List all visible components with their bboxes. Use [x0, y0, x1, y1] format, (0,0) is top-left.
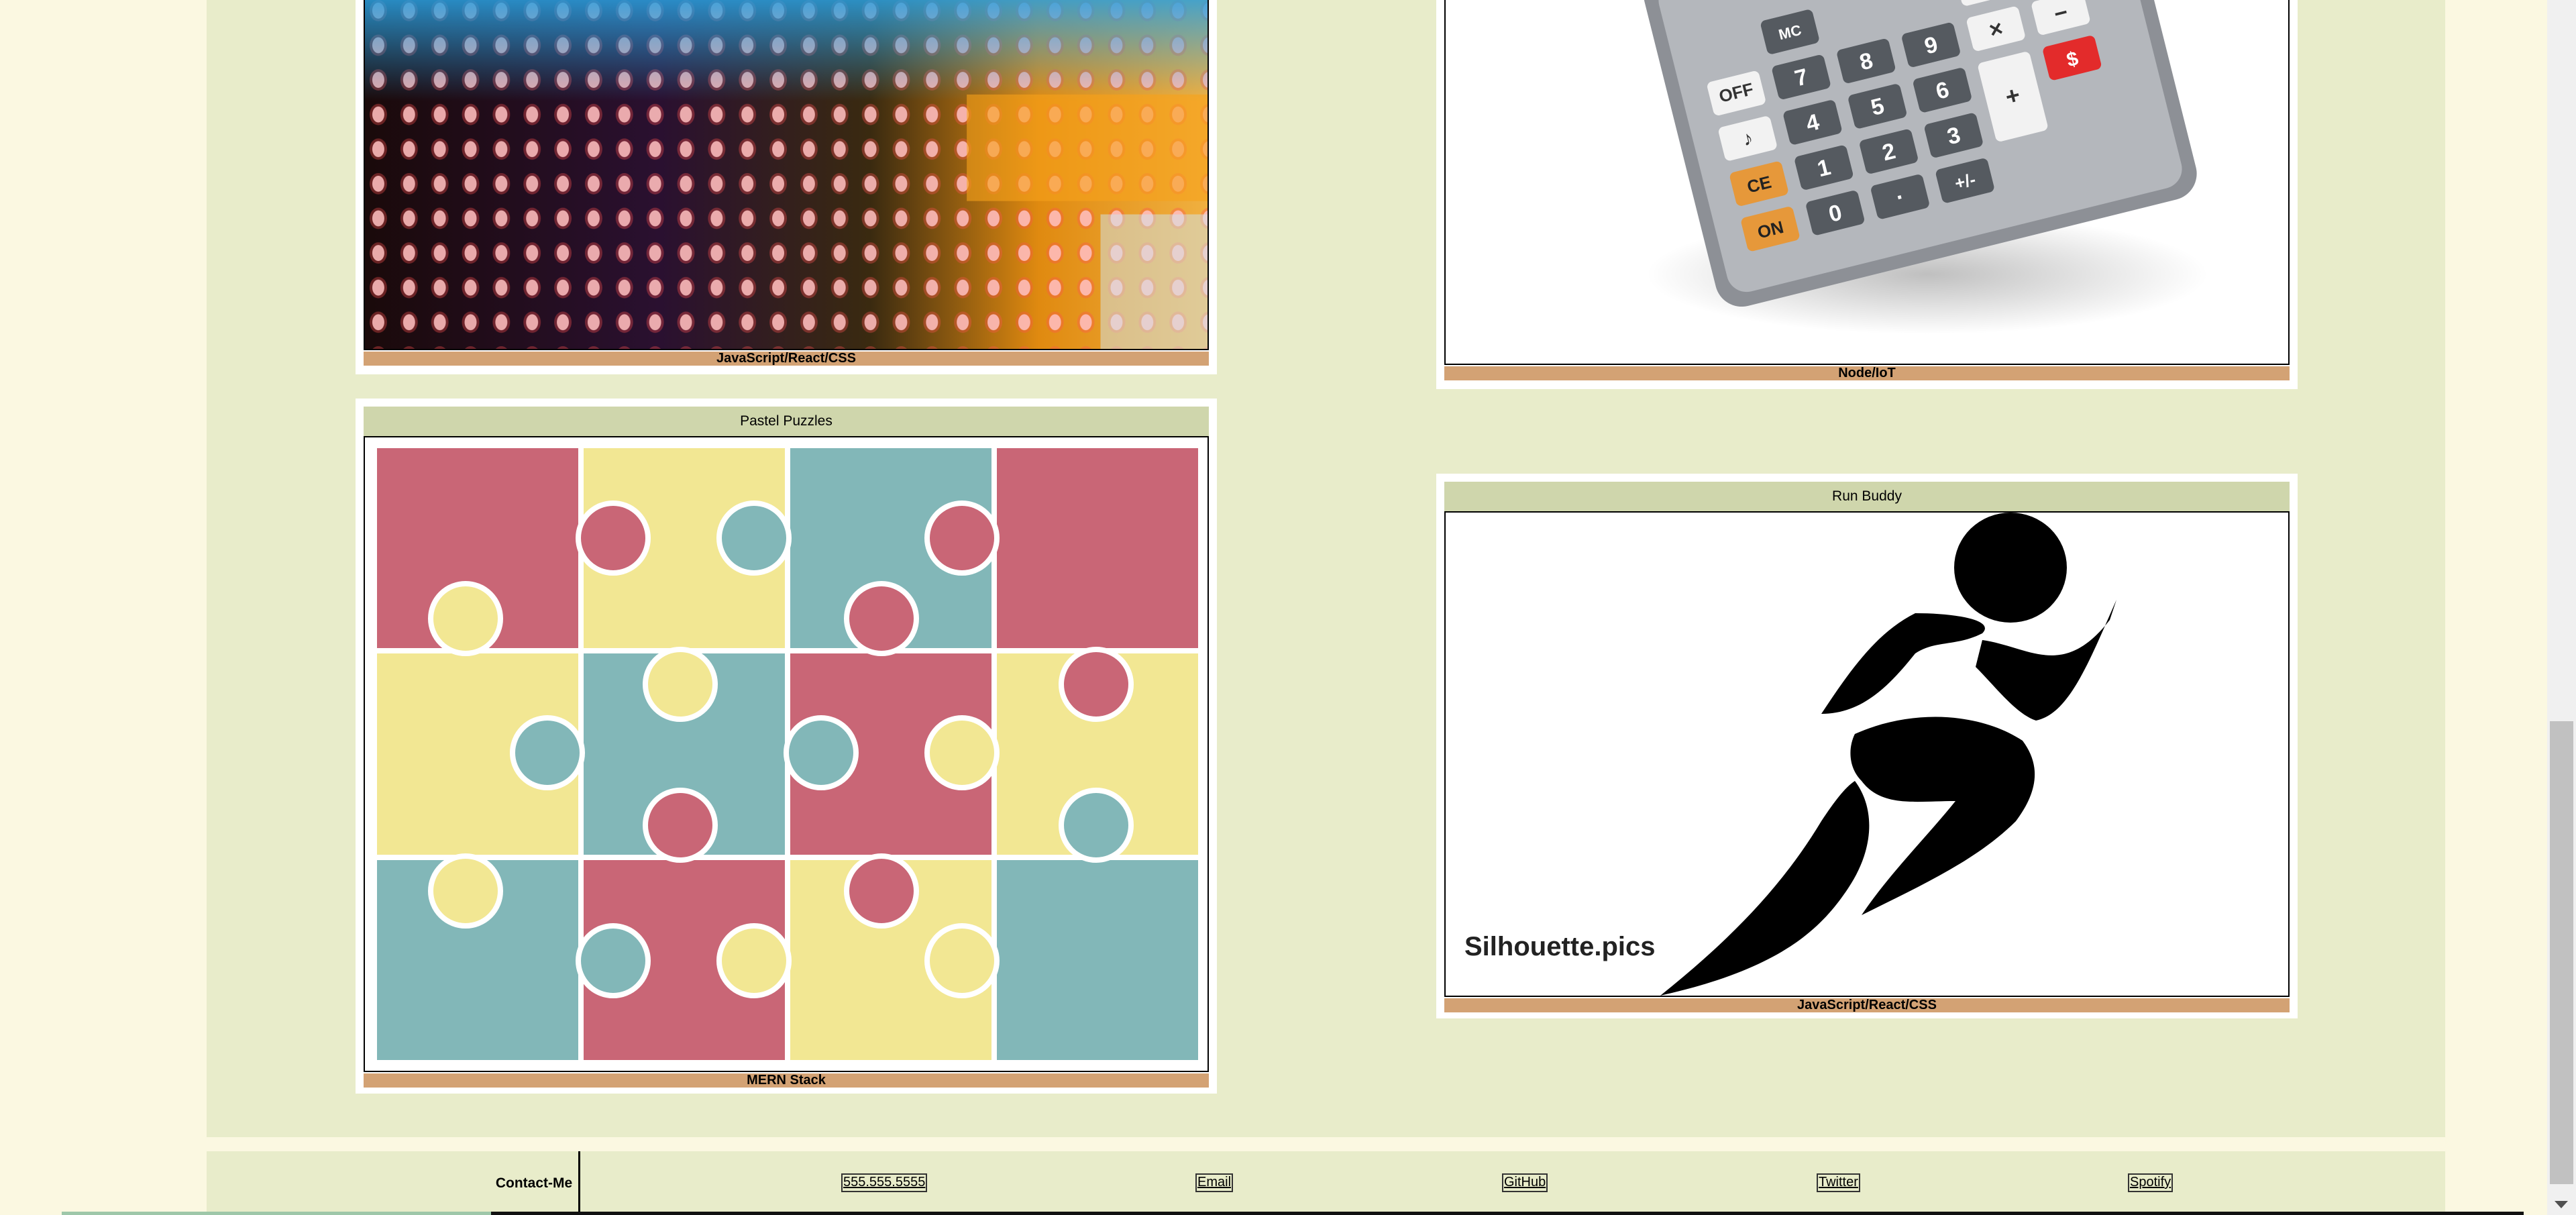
scroll-down-arrow-icon[interactable] [2555, 1201, 2568, 1208]
page-bottom-edge [62, 1212, 2524, 1215]
twitter-link[interactable]: Twitter [1817, 1173, 1860, 1192]
silhouette-watermark: Silhouette.pics [1464, 932, 1656, 961]
project-title: Run Buddy [1444, 482, 2290, 511]
contact-me-label: Contact-Me [490, 1151, 580, 1215]
vertical-scrollbar[interactable] [2547, 0, 2576, 1215]
email-link[interactable]: Email [1195, 1173, 1234, 1192]
runner-silhouette-image[interactable]: Silhouette.pics [1444, 511, 2290, 997]
puzzle-pieces-image[interactable] [364, 436, 1209, 1072]
projects-panel: JavaScript/React/CSS OFF ♪ CE ON MC 7 4 … [207, 0, 2445, 1137]
phone-link[interactable]: 555.555.5555 [841, 1173, 928, 1192]
footer: Contact-Me 555.555.5555 Email GitHub Twi… [207, 1151, 2445, 1215]
spotify-link[interactable]: Spotify [2128, 1173, 2174, 1192]
project-card-pastel-puzzles[interactable]: Pastel Puzzles MERN Stack [356, 399, 1217, 1094]
project-tag: JavaScript/React/CSS [1444, 998, 2290, 1012]
calculator-image[interactable]: OFF ♪ CE ON MC 7 4 1 0 8 5 2 · 9 6 3 +/-… [1444, 0, 2290, 365]
project-tag: MERN Stack [364, 1073, 1209, 1088]
project-tag: JavaScript/React/CSS [364, 351, 1209, 366]
github-link[interactable]: GitHub [1502, 1173, 1548, 1192]
calculator-graphic: OFF ♪ CE ON MC 7 4 1 0 8 5 2 · 9 6 3 +/-… [1644, 0, 2208, 335]
project-card-run-buddy[interactable]: Run Buddy Silhouette.pics JavaScript/Rea… [1436, 474, 2298, 1018]
puzzle-graphic [365, 437, 1208, 1071]
project-title: Pastel Puzzles [364, 407, 1209, 436]
project-card-calculator[interactable]: OFF ♪ CE ON MC 7 4 1 0 8 5 2 · 9 6 3 +/-… [1436, 0, 2298, 389]
led-display-graphic [365, 0, 1208, 349]
project-tag: Node/IoT [1444, 366, 2290, 380]
led-display-image[interactable] [364, 0, 1209, 350]
scrollbar-thumb[interactable] [2550, 721, 2573, 1184]
runner-graphic: Silhouette.pics [1446, 513, 2288, 996]
project-card-led[interactable]: JavaScript/React/CSS [356, 0, 1217, 374]
